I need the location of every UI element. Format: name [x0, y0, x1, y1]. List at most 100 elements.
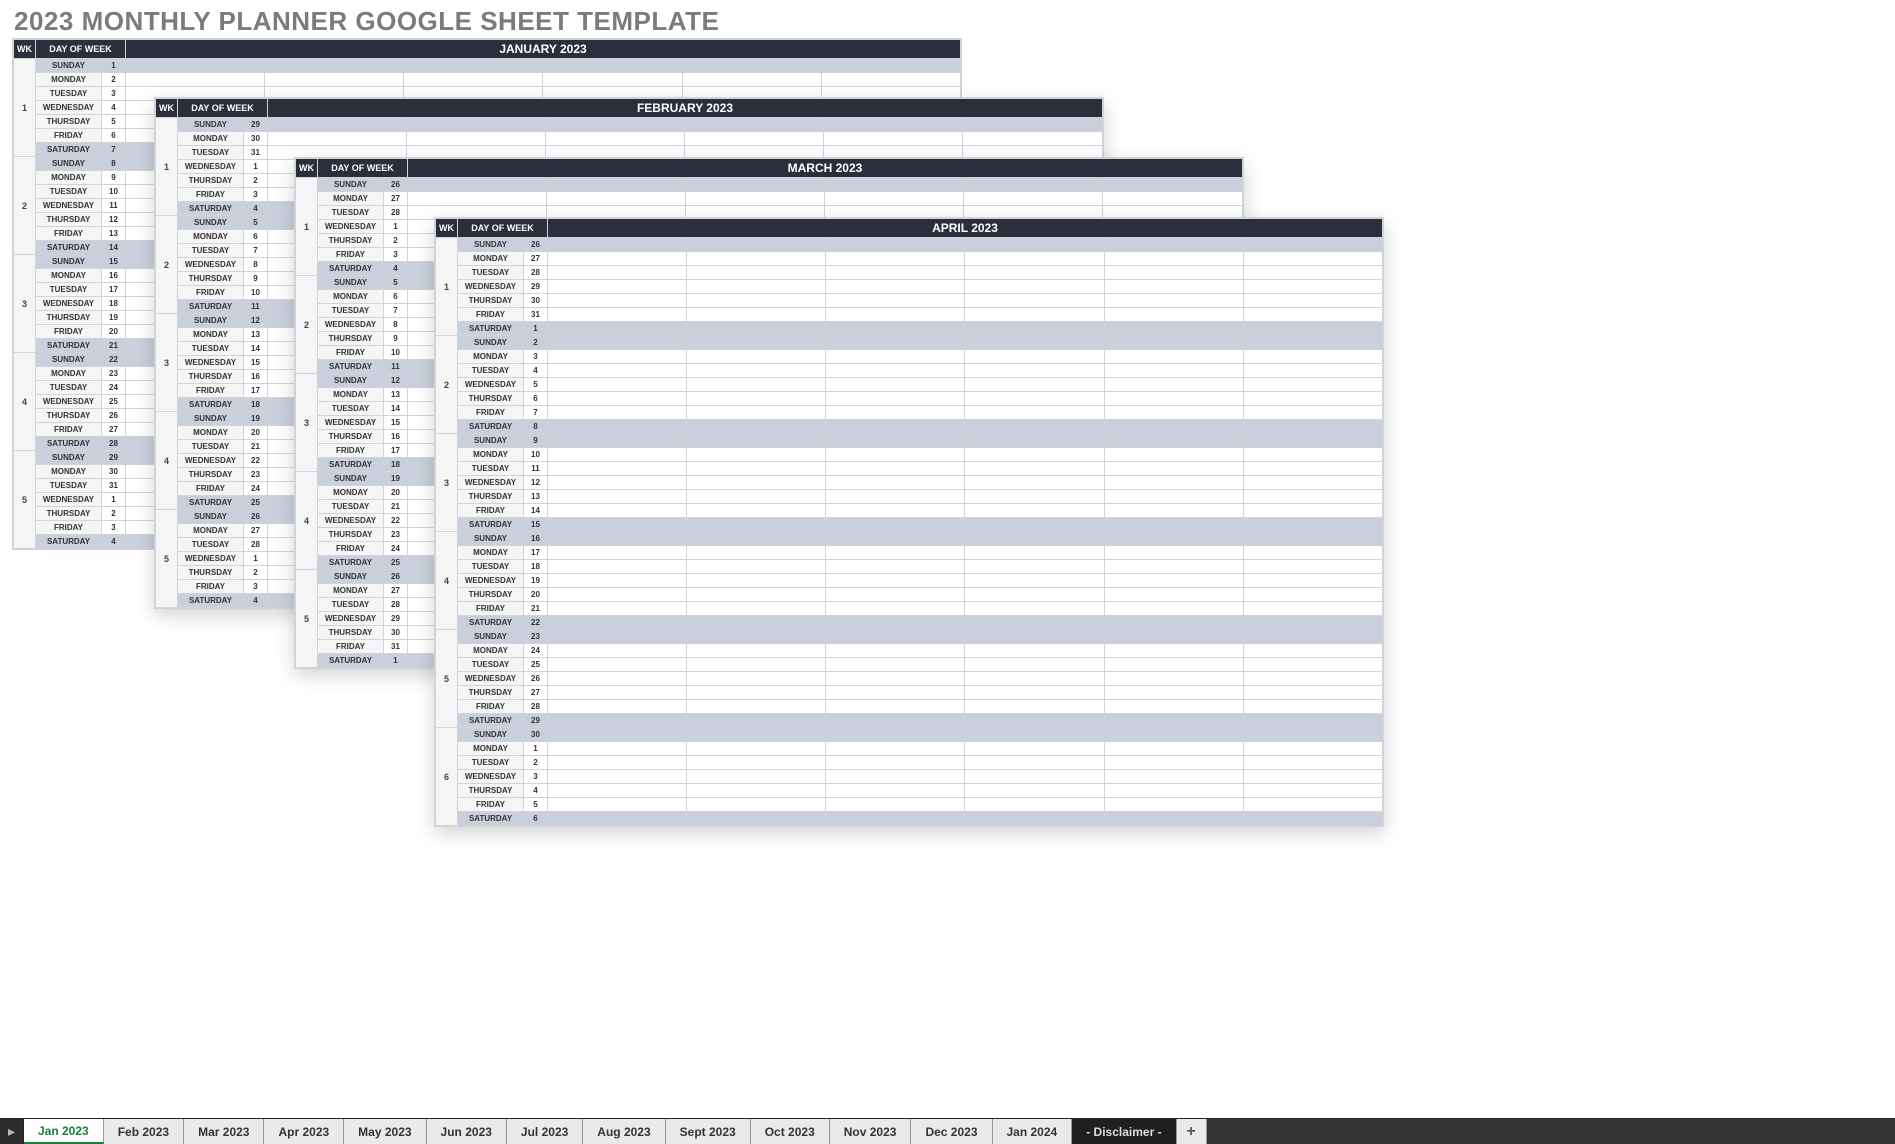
planner-slot[interactable] — [686, 192, 825, 206]
planner-slot[interactable] — [548, 378, 687, 392]
planner-slot[interactable] — [687, 658, 826, 672]
planner-slot[interactable] — [826, 504, 965, 518]
planner-slot[interactable] — [687, 378, 826, 392]
planner-slot[interactable] — [1104, 644, 1243, 658]
planner-slot[interactable] — [825, 192, 964, 206]
planner-slot[interactable] — [1104, 546, 1243, 560]
planner-slot[interactable] — [404, 73, 543, 87]
planner-slot[interactable] — [687, 714, 826, 728]
planner-slot[interactable] — [965, 742, 1104, 756]
planner-slot[interactable] — [687, 294, 826, 308]
planner-slot[interactable] — [1243, 364, 1382, 378]
planner-slot[interactable] — [965, 490, 1104, 504]
planner-slot[interactable] — [548, 770, 687, 784]
planner-slot[interactable] — [826, 392, 965, 406]
planner-slot[interactable] — [965, 532, 1104, 546]
planner-slot[interactable] — [826, 588, 965, 602]
planner-slot[interactable] — [965, 546, 1104, 560]
planner-slot[interactable] — [965, 476, 1104, 490]
planner-slot[interactable] — [826, 686, 965, 700]
planner-slot[interactable] — [826, 714, 965, 728]
tab-scroll-button[interactable]: ▸ — [0, 1119, 24, 1144]
sheet-tab[interactable]: May 2023 — [344, 1119, 426, 1144]
planner-slot[interactable] — [548, 238, 687, 252]
planner-slot[interactable] — [1243, 532, 1382, 546]
planner-slot[interactable] — [826, 308, 965, 322]
planner-slot[interactable] — [1104, 406, 1243, 420]
planner-slot[interactable] — [1104, 574, 1243, 588]
planner-slot[interactable] — [687, 686, 826, 700]
planner-slot[interactable] — [682, 73, 821, 87]
planner-slot[interactable] — [548, 714, 687, 728]
sheet-tab[interactable]: - Disclaimer - — [1072, 1119, 1176, 1144]
planner-slot[interactable] — [687, 322, 826, 336]
planner-slot[interactable] — [1243, 504, 1382, 518]
planner-slot[interactable] — [687, 504, 826, 518]
planner-slot[interactable] — [1243, 308, 1382, 322]
planner-slot[interactable] — [1104, 462, 1243, 476]
sheet-tab[interactable]: Oct 2023 — [751, 1119, 830, 1144]
planner-slot[interactable] — [548, 532, 687, 546]
planner-slot[interactable] — [1243, 672, 1382, 686]
planner-slot[interactable] — [687, 546, 826, 560]
planner-slot[interactable] — [826, 812, 965, 826]
planner-slot[interactable] — [965, 448, 1104, 462]
planner-slot[interactable] — [1104, 742, 1243, 756]
planner-slot[interactable] — [548, 672, 687, 686]
planner-slot[interactable] — [687, 700, 826, 714]
planner-slot[interactable] — [1243, 392, 1382, 406]
planner-slot[interactable] — [1104, 812, 1243, 826]
planner-slot[interactable] — [548, 266, 687, 280]
planner-slot[interactable] — [1243, 742, 1382, 756]
planner-slot[interactable] — [687, 602, 826, 616]
planner-slot[interactable] — [1243, 658, 1382, 672]
planner-slot[interactable] — [826, 518, 965, 532]
planner-slot[interactable] — [826, 700, 965, 714]
planner-slot[interactable] — [1104, 616, 1243, 630]
planner-slot[interactable] — [965, 644, 1104, 658]
planner-slot[interactable] — [1243, 420, 1382, 434]
planner-slot[interactable] — [1243, 630, 1382, 644]
planner-slot[interactable] — [965, 770, 1104, 784]
planner-slot[interactable] — [1104, 756, 1243, 770]
planner-slot[interactable] — [687, 672, 826, 686]
sheet-tab[interactable]: Sept 2023 — [666, 1119, 751, 1144]
sheet-tab[interactable]: Jul 2023 — [507, 1119, 583, 1144]
sheet-tab[interactable]: Jan 2023 — [24, 1119, 104, 1144]
planner-slot[interactable] — [826, 322, 965, 336]
planner-slot[interactable] — [687, 434, 826, 448]
planner-slot[interactable] — [963, 132, 1103, 146]
planner-slot[interactable] — [687, 742, 826, 756]
planner-slot[interactable] — [965, 714, 1104, 728]
planner-slot[interactable] — [686, 178, 825, 192]
planner-slot[interactable] — [1243, 700, 1382, 714]
planner-slot[interactable] — [407, 132, 546, 146]
planner-slot[interactable] — [1243, 518, 1382, 532]
planner-slot[interactable] — [1104, 378, 1243, 392]
planner-slot[interactable] — [965, 784, 1104, 798]
sheet-tab[interactable]: Jan 2024 — [993, 1119, 1073, 1144]
planner-slot[interactable] — [548, 490, 687, 504]
planner-slot[interactable] — [826, 420, 965, 434]
planner-slot[interactable] — [965, 420, 1104, 434]
planner-slot[interactable] — [826, 574, 965, 588]
planner-slot[interactable] — [826, 238, 965, 252]
planner-slot[interactable] — [404, 59, 543, 73]
planner-slot[interactable] — [1104, 420, 1243, 434]
planner-slot[interactable] — [548, 546, 687, 560]
planner-slot[interactable] — [1243, 644, 1382, 658]
planner-slot[interactable] — [965, 462, 1104, 476]
planner-slot[interactable] — [826, 350, 965, 364]
planner-slot[interactable] — [1243, 280, 1382, 294]
planner-slot[interactable] — [1104, 700, 1243, 714]
planner-slot[interactable] — [548, 742, 687, 756]
planner-slot[interactable] — [965, 812, 1104, 826]
planner-slot[interactable] — [548, 700, 687, 714]
planner-slot[interactable] — [687, 350, 826, 364]
planner-slot[interactable] — [1104, 266, 1243, 280]
planner-slot[interactable] — [548, 644, 687, 658]
planner-slot[interactable] — [1243, 714, 1382, 728]
planner-slot[interactable] — [1243, 560, 1382, 574]
planner-slot[interactable] — [548, 322, 687, 336]
planner-slot[interactable] — [1243, 728, 1382, 742]
